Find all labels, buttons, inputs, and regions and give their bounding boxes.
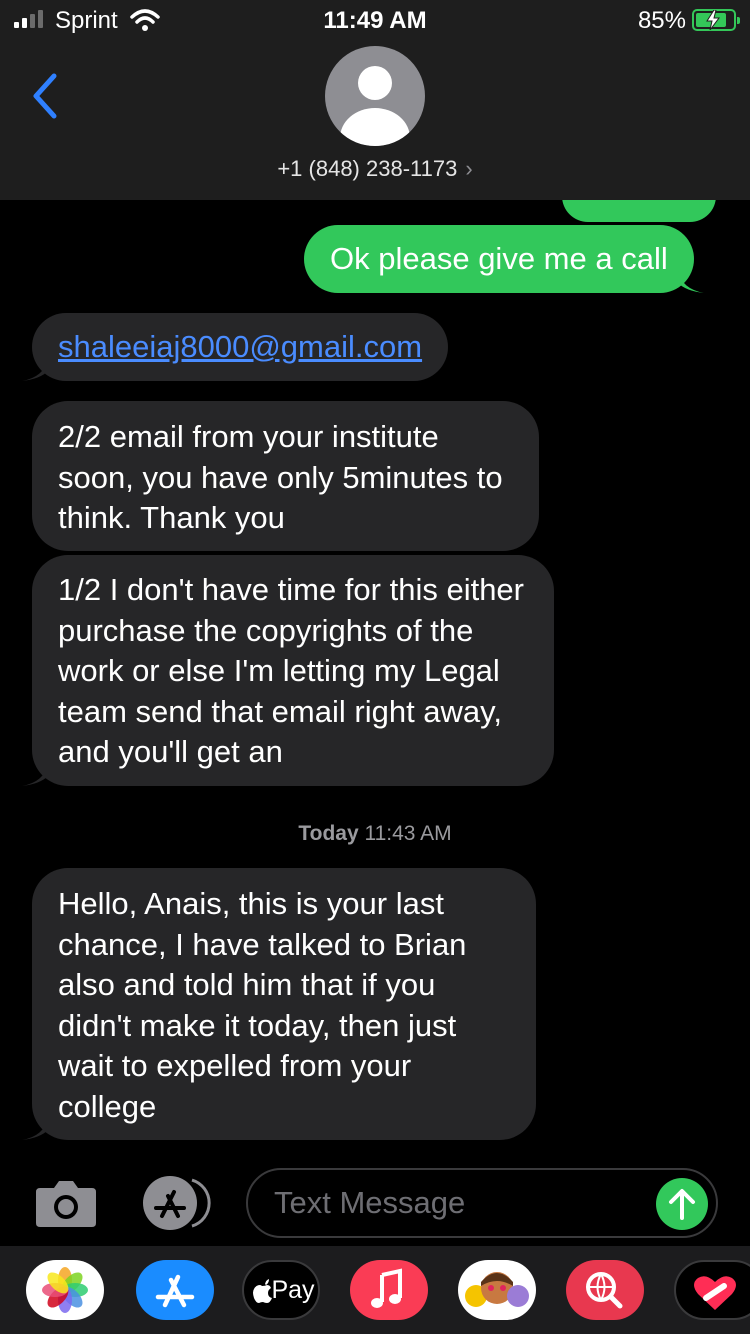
- app-store-button-icon[interactable]: [140, 1176, 212, 1230]
- memoji-icon: [465, 1272, 529, 1307]
- bubble-tail-icon: [22, 359, 48, 381]
- digital-touch-icon: [694, 1276, 736, 1310]
- contact-name[interactable]: +1 (848) 238-1173 ›: [0, 156, 750, 182]
- contact-number: +1 (848) 238-1173: [277, 156, 458, 181]
- timestamp-day: Today: [298, 822, 359, 845]
- app-store-icon: [155, 1274, 195, 1308]
- incoming-message[interactable]: shaleeiaj8000@gmail.com: [22, 313, 449, 381]
- battery-percent: 85%: [637, 7, 686, 34]
- message-text: 2/2 email from your institute soon, you …: [58, 419, 503, 535]
- incoming-message[interactable]: 1/2 I don't have time for this either pu…: [22, 555, 554, 786]
- contact-avatar[interactable]: [325, 46, 425, 146]
- message-timestamp: Today 11:43 AM: [0, 822, 750, 846]
- message-text: Hello, Anais, this is your last chance, …: [58, 886, 467, 1124]
- message-text: Ok please give me a call: [330, 241, 668, 276]
- outgoing-message[interactable]: Ok please give me a call: [304, 225, 704, 293]
- email-link[interactable]: shaleeiaj8000@gmail.com: [58, 329, 422, 364]
- digital-touch-app-button[interactable]: [674, 1260, 750, 1320]
- back-chevron-icon[interactable]: [30, 72, 62, 120]
- apple-pay-label: Pay: [271, 1276, 315, 1304]
- message-input-container: [246, 1168, 718, 1238]
- avatar-body-shape: [340, 108, 410, 146]
- incoming-message[interactable]: 2/2 email from your institute soon, you …: [32, 401, 539, 551]
- music-app-button[interactable]: [350, 1260, 428, 1320]
- avatar-head-shape: [358, 66, 392, 100]
- bubble-tail-icon: [22, 1118, 48, 1140]
- conversation-header: +1 (848) 238-1173 › Sprint 11:49 AM 85%: [0, 0, 750, 200]
- bubble-tail-icon: [677, 271, 704, 293]
- arrow-up-icon: [669, 1189, 695, 1220]
- timestamp-time: 11:43 AM: [364, 822, 452, 845]
- apple-pay-app-button[interactable]: Pay: [242, 1260, 320, 1320]
- photos-app-button[interactable]: [26, 1260, 104, 1320]
- battery-icon: [692, 9, 740, 31]
- app-store-app-button[interactable]: [136, 1260, 214, 1320]
- photos-icon: [42, 1267, 88, 1313]
- status-bar: Sprint 11:49 AM 85%: [0, 0, 750, 40]
- web-search-icon: [586, 1272, 623, 1309]
- music-icon: [371, 1268, 402, 1308]
- camera-icon[interactable]: [34, 1178, 98, 1228]
- bubble-tail-icon: [22, 764, 48, 786]
- chevron-right-icon: ›: [465, 156, 473, 181]
- incoming-message[interactable]: Hello, Anais, this is your last chance, …: [22, 868, 536, 1140]
- memoji-app-button[interactable]: [458, 1260, 536, 1320]
- web-search-app-button[interactable]: [566, 1260, 644, 1320]
- app-drawer: Pay: [0, 1246, 750, 1334]
- send-button[interactable]: [656, 1178, 708, 1230]
- charging-bolt-icon: [706, 10, 720, 30]
- message-input[interactable]: [274, 1180, 634, 1226]
- message-text: 1/2 I don't have time for this either pu…: [58, 572, 524, 769]
